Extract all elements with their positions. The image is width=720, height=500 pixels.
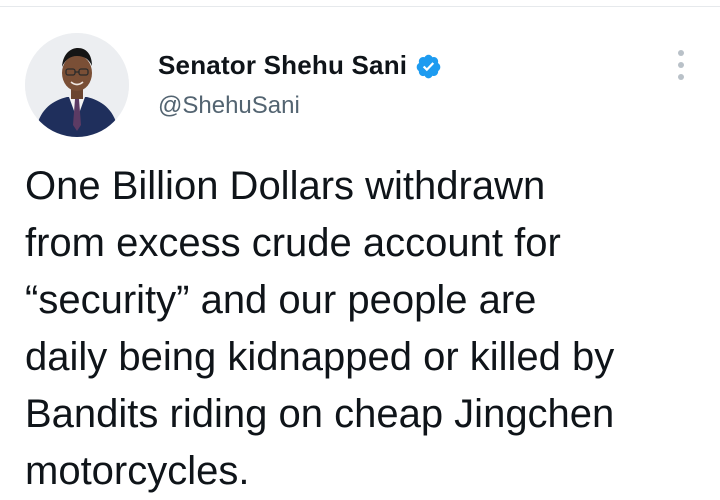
avatar[interactable] — [25, 33, 129, 137]
tweet-text-line: from excess crude account for — [25, 221, 561, 265]
more-dot-icon — [678, 50, 684, 56]
user-handle[interactable]: @ShehuSani — [158, 92, 300, 120]
tweet-text-line: motorcycles. — [25, 449, 250, 493]
tweet-text: One Billion Dollars withdrawn from exces… — [25, 158, 705, 500]
display-name[interactable]: Senator Shehu Sani — [158, 50, 407, 81]
avatar-photo — [25, 33, 129, 137]
more-options-icon[interactable] — [670, 50, 692, 80]
tweet-text-line: daily being kidnapped or killed by — [25, 335, 615, 379]
more-dot-icon — [678, 62, 684, 68]
tweet-text-line: One Billion Dollars withdrawn — [25, 164, 546, 208]
verified-badge-icon — [416, 54, 441, 78]
top-divider — [0, 0, 720, 7]
tweet-text-line: Bandits riding on cheap Jingchen — [25, 392, 615, 436]
more-dot-icon — [678, 74, 684, 80]
display-name-row[interactable]: Senator Shehu Sani — [158, 47, 442, 83]
tweet-text-line: “security” and our people are — [25, 278, 537, 322]
